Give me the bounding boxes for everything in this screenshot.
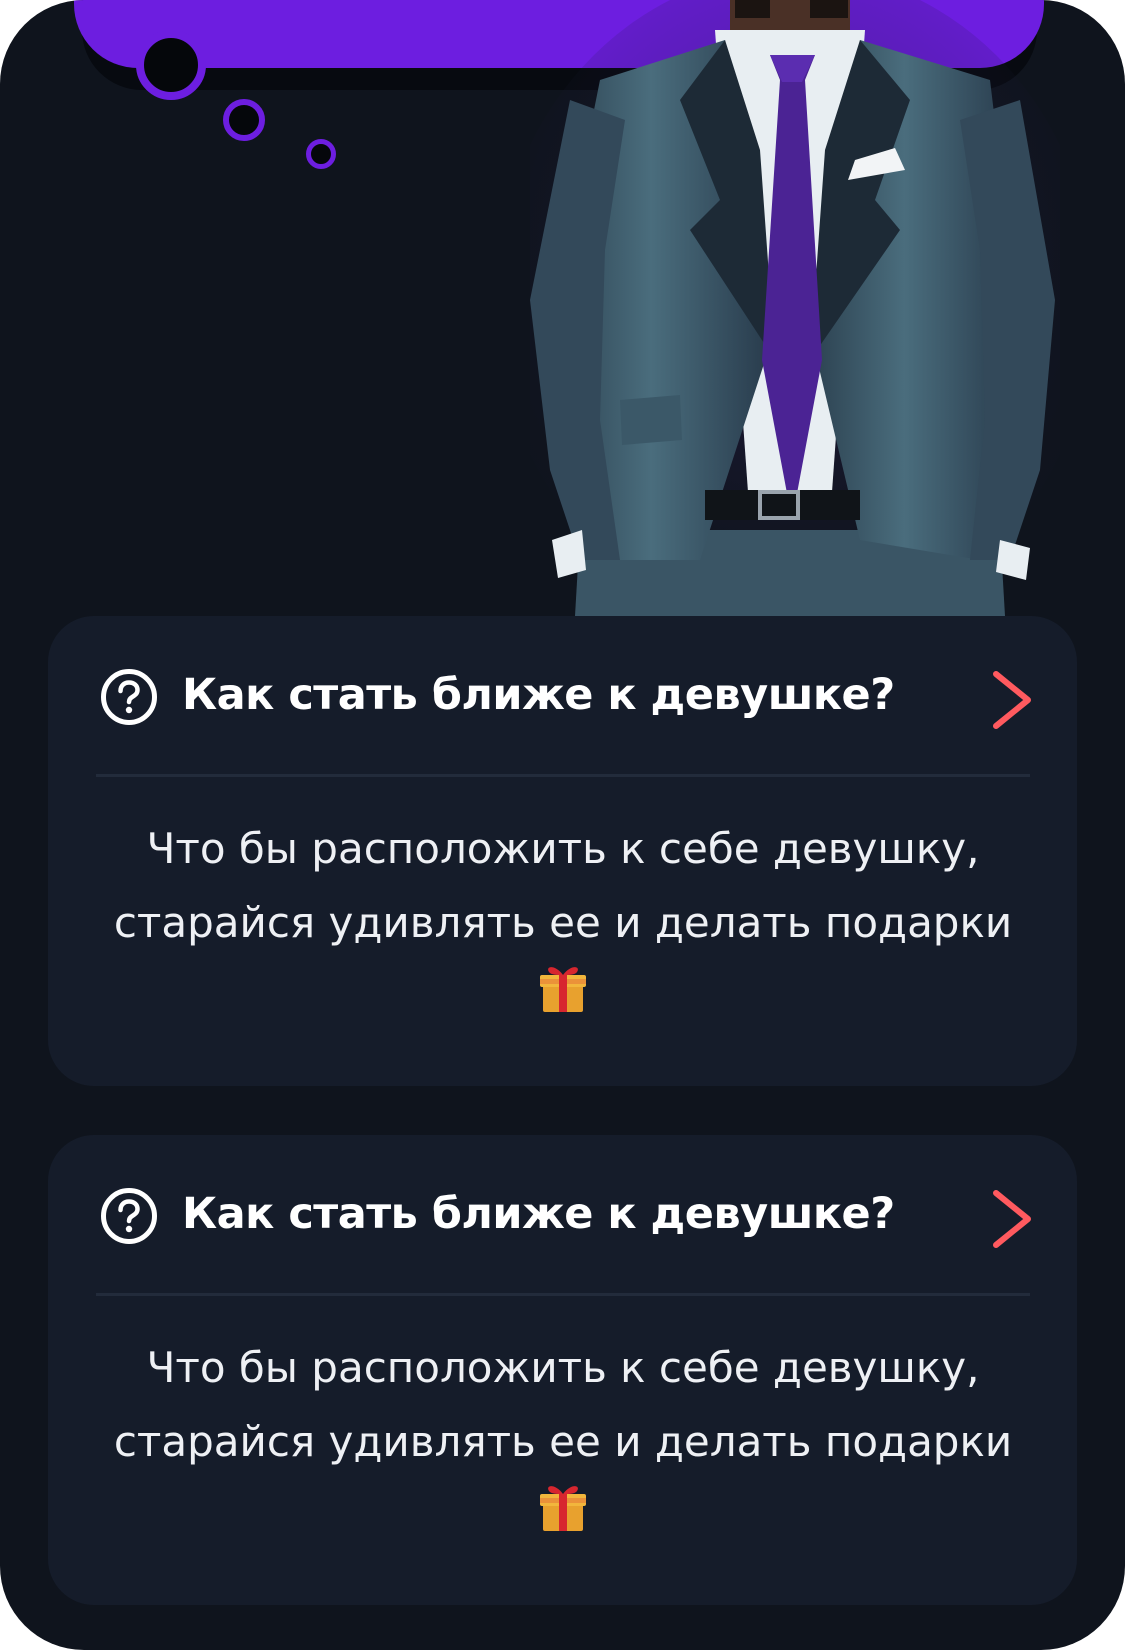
app-screen: Как стать ближе к девушке? Что бы распол… — [0, 0, 1125, 1650]
faq-answer: Что бы расположить к себе девушку, стара… — [88, 812, 1038, 1016]
faq-card[interactable]: Как стать ближе к девушке? Что бы распол… — [48, 1135, 1077, 1605]
thought-bubble-medium — [223, 99, 265, 141]
faq-question: Как стать ближе к девушке? — [182, 1189, 895, 1239]
faq-answer-line: Что бы расположить к себе девушку, — [146, 824, 980, 873]
faq-question: Как стать ближе к девушке? — [182, 670, 895, 720]
thought-bubble-small — [306, 139, 336, 169]
gift-icon — [540, 967, 586, 1012]
gift-icon — [540, 1486, 586, 1531]
faq-answer-line: старайся удивлять ее и делать подарки — [113, 1417, 1013, 1466]
question-circle-icon — [101, 669, 157, 725]
chevron-right-icon[interactable] — [990, 1189, 1034, 1249]
faq-answer-line: Что бы расположить к себе девушку, — [146, 1343, 980, 1392]
faq-answer: Что бы расположить к себе девушку, стара… — [88, 1331, 1038, 1535]
thought-bubble-large — [136, 30, 206, 100]
faq-answer-line: старайся удивлять ее и делать подарки — [113, 898, 1013, 947]
faq-card[interactable]: Как стать ближе к девушке? Что бы распол… — [48, 616, 1077, 1086]
question-circle-icon — [101, 1188, 157, 1244]
faq-card-header[interactable]: Как стать ближе к девушке? — [48, 616, 1077, 776]
faq-divider — [96, 774, 1030, 777]
character-illustration — [530, 0, 1060, 616]
chevron-right-icon[interactable] — [990, 670, 1034, 730]
faq-card-header[interactable]: Как стать ближе к девушке? — [48, 1135, 1077, 1295]
faq-divider — [96, 1293, 1030, 1296]
